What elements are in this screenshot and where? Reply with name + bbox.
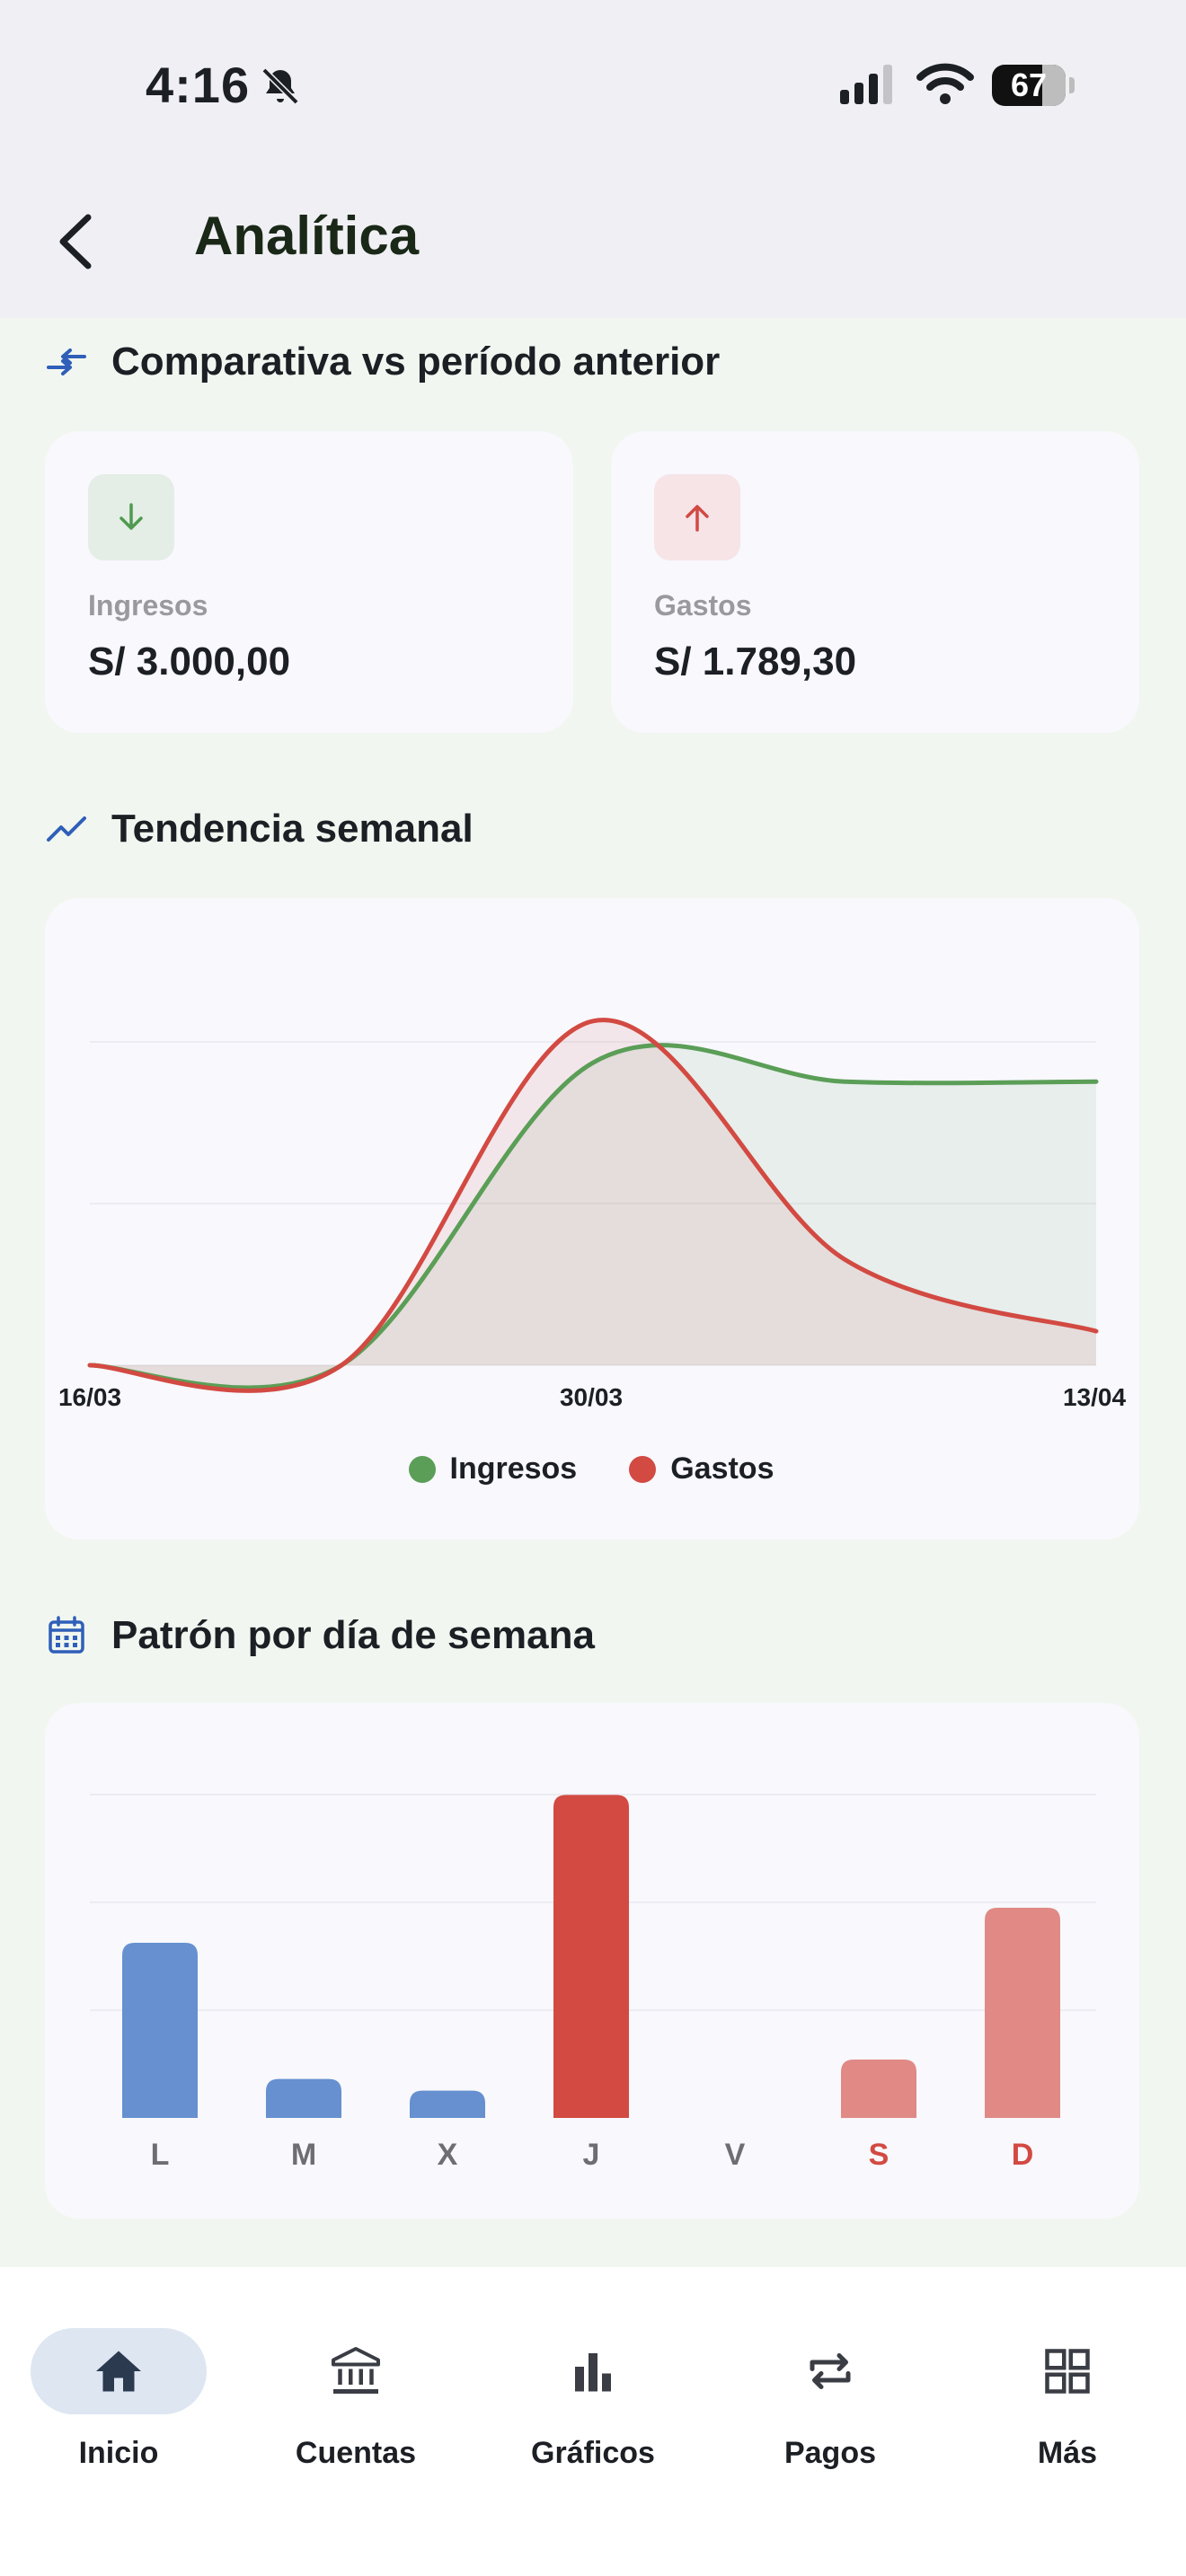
nav-item-graficos[interactable]: Gráficos xyxy=(474,2307,712,2470)
comparison-title: Comparativa vs período anterior xyxy=(111,340,721,384)
nav-item-mas[interactable]: Más xyxy=(949,2307,1186,2470)
battery-level: 67 xyxy=(1010,66,1048,103)
top-bar: 4:16 67 Analítica xyxy=(0,0,1186,318)
grid-icon xyxy=(1045,2349,1090,2394)
compare-arrows-icon xyxy=(45,340,88,384)
weekday-chart-card: LMXJVSD xyxy=(45,1703,1139,2219)
bar-J xyxy=(553,1795,629,2118)
arrow-up-icon xyxy=(654,474,740,560)
page-title: Analítica xyxy=(194,206,420,266)
x-tick-label: 13/04 xyxy=(1063,1383,1126,1411)
income-label: Ingresos xyxy=(88,589,208,622)
expenses-value: S/ 1.789,30 xyxy=(654,640,857,684)
bank-icon xyxy=(332,2347,380,2394)
wifi-icon xyxy=(916,63,974,104)
x-tick-label: 30/03 xyxy=(560,1383,623,1411)
bar-X xyxy=(410,2090,485,2118)
bottom-navigation: Inicio Cuentas Gráficos Pagos Más xyxy=(0,2267,1186,2576)
weekday-bar-chart: LMXJVSD xyxy=(90,1794,1096,2172)
trend-section-header: Tendencia semanal xyxy=(45,807,474,851)
day-label: X xyxy=(438,2138,458,2172)
nav-item-inicio[interactable]: Inicio xyxy=(0,2307,237,2470)
nav-label-pagos: Pagos xyxy=(783,2436,877,2470)
bar-chart-icon xyxy=(575,2353,611,2392)
income-value: S/ 3.000,00 xyxy=(88,640,291,684)
day-label: V xyxy=(725,2138,746,2172)
nav-item-pagos[interactable]: Pagos xyxy=(712,2307,949,2470)
expenses-label: Gastos xyxy=(654,589,752,622)
weekday-title: Patrón por día de semana xyxy=(111,1613,595,1657)
bar-D xyxy=(985,1908,1060,2118)
trend-legend: Ingresos Gastos xyxy=(45,1451,1137,1486)
back-arrow-icon[interactable] xyxy=(49,210,102,273)
trending-up-icon xyxy=(45,807,88,851)
income-dot-icon xyxy=(408,1455,436,1483)
day-label: M xyxy=(291,2138,316,2172)
home-icon xyxy=(96,2351,141,2392)
trend-title: Tendencia semanal xyxy=(111,807,474,851)
day-label: L xyxy=(151,2138,170,2172)
legend-expenses-label: Gastos xyxy=(670,1451,774,1486)
signal-icon xyxy=(840,65,892,104)
expenses-stat-card[interactable]: Gastos S/ 1.789,30 xyxy=(611,431,1139,733)
nav-label-mas: Más xyxy=(1037,2436,1098,2470)
calendar-icon xyxy=(45,1614,88,1657)
bell-muted-icon xyxy=(261,67,299,105)
income-stat-card[interactable]: Ingresos S/ 3.000,00 xyxy=(45,431,573,733)
legend-income-label: Ingresos xyxy=(449,1451,578,1486)
nav-label-inicio: Inicio xyxy=(78,2436,159,2470)
day-label: S xyxy=(869,2138,890,2172)
trend-chart-card: 16/03 30/03 13/04 Ingresos Gastos xyxy=(45,898,1139,1539)
x-tick-label: 16/03 xyxy=(58,1383,121,1411)
status-time: 4:16 xyxy=(146,57,251,113)
legend-item-income[interactable]: Ingresos xyxy=(408,1451,578,1486)
nav-label-cuentas: Cuentas xyxy=(295,2436,417,2470)
arrow-down-icon xyxy=(88,474,174,560)
battery-icon: 67 xyxy=(992,65,1066,106)
comparison-section-header: Comparativa vs período anterior xyxy=(45,340,720,384)
bar-S xyxy=(841,2060,916,2118)
expenses-dot-icon xyxy=(629,1455,657,1483)
nav-label-graficos: Gráficos xyxy=(531,2436,655,2470)
day-label: J xyxy=(583,2138,600,2172)
trend-chart: 16/03 30/03 13/04 xyxy=(58,1018,1126,1411)
weekday-section-header: Patrón por día de semana xyxy=(45,1613,595,1658)
repeat-icon xyxy=(810,2353,851,2389)
legend-item-expenses[interactable]: Gastos xyxy=(629,1451,774,1486)
bar-M xyxy=(266,2078,341,2118)
bar-L xyxy=(122,1943,198,2118)
nav-item-cuentas[interactable]: Cuentas xyxy=(237,2307,474,2470)
day-label: D xyxy=(1012,2138,1034,2172)
